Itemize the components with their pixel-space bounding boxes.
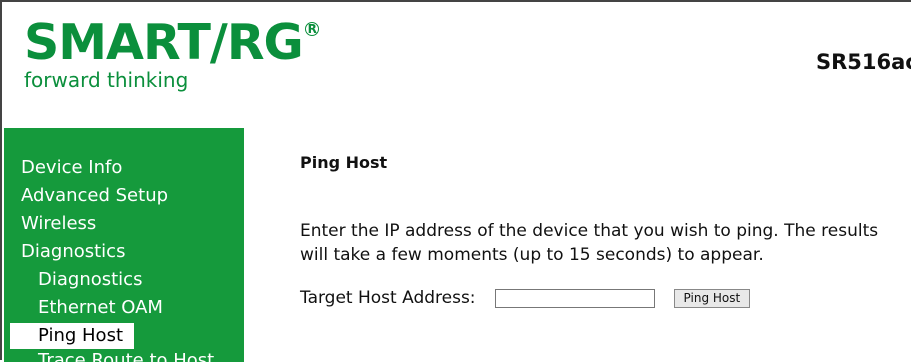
logo-wordmark: SMART/RG R: [24, 18, 319, 67]
sidebar-subitem-diagnostics[interactable]: Diagnostics: [4, 266, 244, 294]
target-host-label: Target Host Address:: [300, 288, 476, 308]
registered-mark-icon: R: [304, 22, 319, 36]
page-header: SMART/RG R forward thinking SR516ac: [4, 4, 911, 128]
smartrg-logo: SMART/RG R forward thinking: [24, 18, 319, 91]
logo-tagline: forward thinking: [24, 68, 189, 92]
target-host-input[interactable]: [494, 288, 655, 308]
target-host-form: Target Host Address: Ping Host: [300, 288, 751, 308]
sidebar-item-advanced-setup[interactable]: Advanced Setup: [4, 182, 244, 210]
instructions-text: Enter the IP address of the device that …: [300, 221, 879, 265]
logo-text: SMART/RG: [24, 14, 304, 71]
sidebar-subitem-trace-route[interactable]: Trace Route to Host: [4, 350, 244, 364]
sidebar-item-device-info[interactable]: Device Info: [4, 154, 244, 182]
sidebar-subitem-ethernet-oam[interactable]: Ethernet OAM: [4, 294, 244, 322]
router-admin-window: SMART/RG R forward thinking SR516ac Devi…: [0, 0, 911, 364]
sidebar-subitem-ping-host[interactable]: Ping Host: [10, 323, 134, 349]
ping-host-button[interactable]: Ping Host: [673, 288, 751, 308]
page-title: Ping Host: [300, 153, 388, 172]
device-model: SR516ac: [816, 50, 911, 74]
sidebar-item-wireless[interactable]: Wireless: [4, 210, 244, 238]
sidebar-nav: Device Info Advanced Setup Wireless Diag…: [4, 128, 244, 364]
sidebar-item-diagnostics[interactable]: Diagnostics: [4, 238, 244, 266]
